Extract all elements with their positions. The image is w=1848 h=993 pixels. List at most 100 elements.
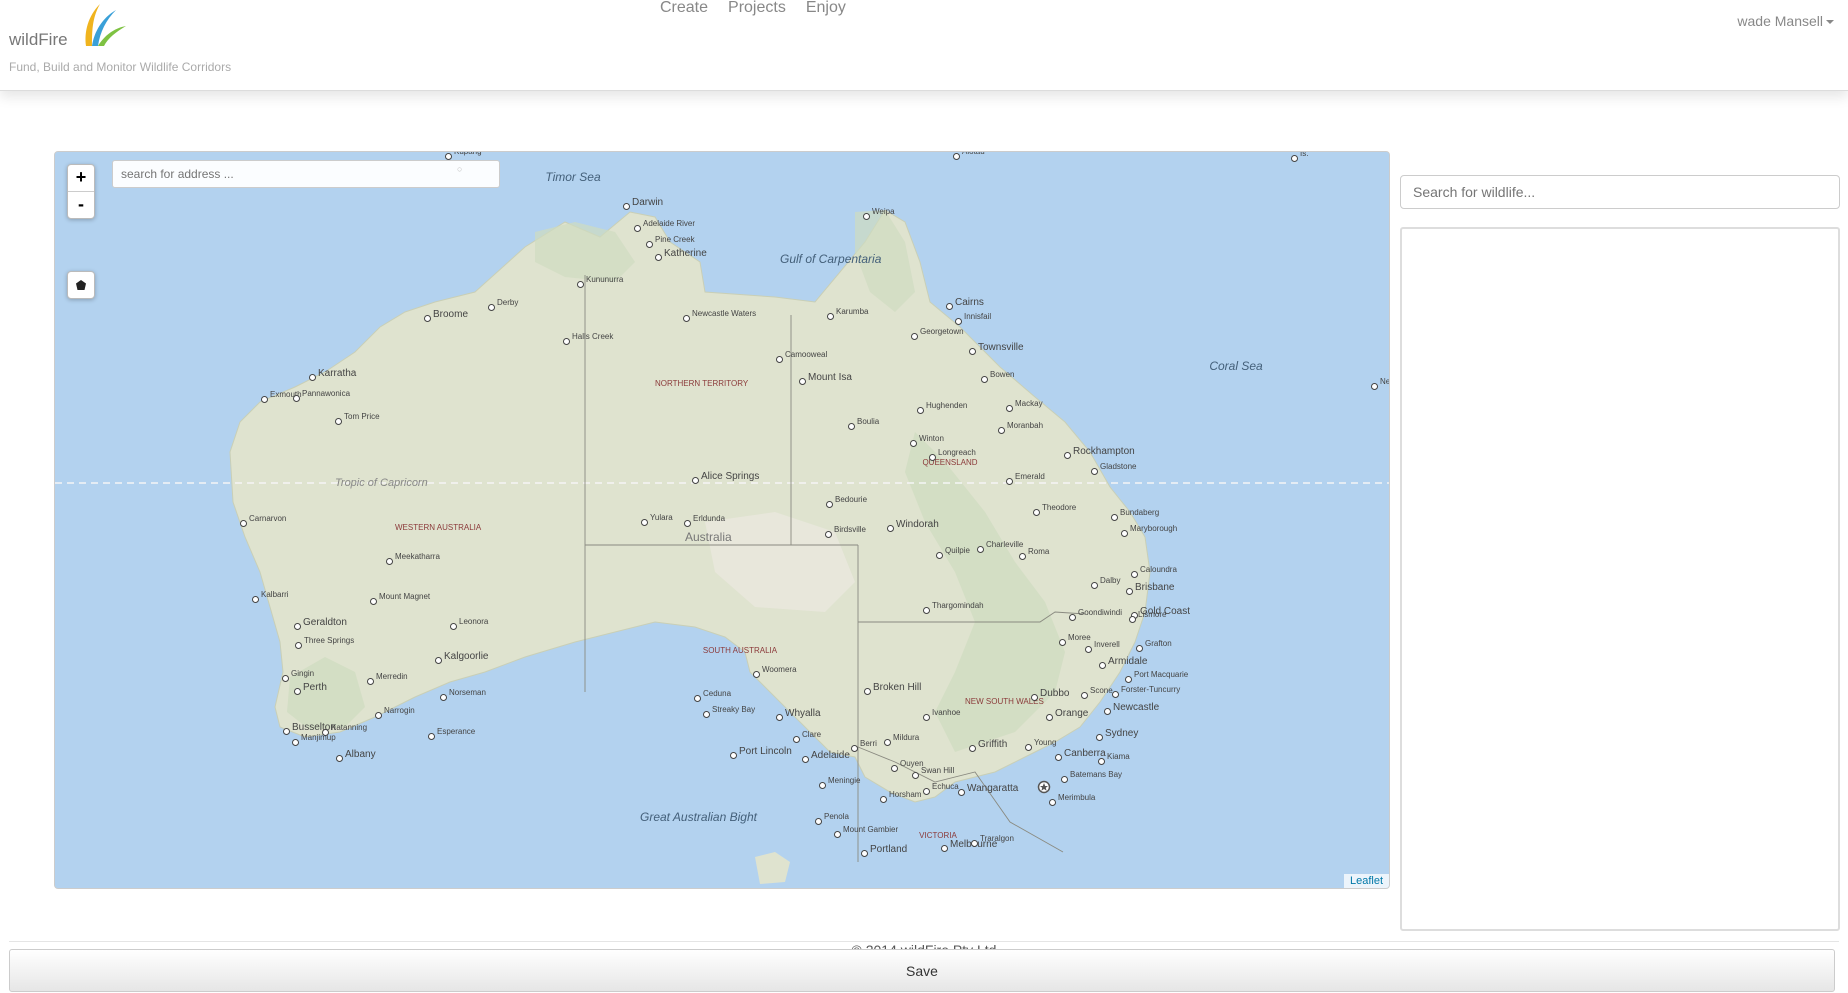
city-label: Weipa (872, 207, 895, 216)
city-marker-icon (912, 772, 919, 779)
city-label: Kalbarri (261, 590, 289, 599)
leaflet-attribution-link[interactable]: Leaflet (1343, 874, 1389, 888)
city-marker-icon (826, 501, 833, 508)
city-label: Townsville (978, 342, 1024, 353)
city-marker-icon (370, 598, 377, 605)
city-label: Grafton (1145, 639, 1172, 648)
city-label: Darwin (632, 197, 664, 208)
city-label: Port Macquarie (1134, 670, 1189, 679)
city-label: Brisbane (1135, 582, 1175, 593)
city-label: Echuca (932, 782, 959, 791)
city-marker-icon (1081, 692, 1088, 699)
city-marker-icon (1096, 734, 1103, 741)
city-marker-icon (1091, 468, 1098, 475)
city-label: Carnarvon (249, 514, 287, 523)
city-marker-icon (1061, 776, 1068, 783)
city-label: Mackay (1015, 399, 1043, 408)
city-marker-icon (440, 694, 447, 701)
city-label: Batemans Bay (1070, 770, 1123, 779)
nav-enjoy[interactable]: Enjoy (806, 0, 846, 17)
city-label: Cairns (955, 297, 984, 308)
city-marker-icon (998, 427, 1005, 434)
city-label: Alice Springs (701, 471, 760, 482)
city-label: Pine Creek (655, 235, 695, 244)
city-marker-icon (971, 840, 978, 847)
city-label: Karratha (318, 368, 357, 379)
nav-create[interactable]: Create (660, 0, 708, 17)
city-label: Bundaberg (1120, 508, 1160, 517)
map-label-state: QUEENSLAND (922, 458, 978, 467)
zoom-control: + - (67, 164, 95, 219)
city-label: Newcastle Waters (692, 309, 757, 318)
wildfire-logo-icon[interactable] (78, 2, 128, 50)
city-label: Maryborough (1130, 524, 1178, 533)
city-marker-icon (1055, 754, 1062, 761)
city-label: Mount Gambier (843, 825, 899, 834)
city-label: Griffith (978, 739, 1008, 750)
city-label: Is. (1300, 151, 1309, 158)
zoom-out-button[interactable]: - (68, 191, 94, 218)
city-marker-icon (1006, 478, 1013, 485)
city-label: Gladstone (1100, 462, 1137, 471)
city-label: Erldunda (693, 514, 726, 523)
city-marker-icon (294, 623, 301, 630)
city-marker-icon (825, 531, 832, 538)
wildlife-results-panel[interactable] (1400, 227, 1840, 931)
city-marker-icon (252, 596, 259, 603)
city-label: Canberra (1064, 748, 1106, 759)
address-search-input[interactable] (112, 160, 500, 188)
save-button[interactable]: Save (9, 949, 1835, 992)
city-marker-icon (694, 695, 701, 702)
map-label-tropic: Tropic of Capricorn (335, 477, 428, 489)
city-marker-icon (1126, 588, 1133, 595)
map-container[interactable]: Timor Sea Gulf of Carpentaria Coral Sea … (54, 151, 1390, 889)
user-menu[interactable]: wade Mansell (1737, 13, 1834, 29)
city-marker-icon (292, 739, 299, 746)
city-marker-icon (634, 225, 641, 232)
city-marker-icon (641, 519, 648, 526)
city-marker-icon (655, 254, 662, 261)
city-label: Albany (345, 749, 376, 760)
city-label: Meekatharra (395, 552, 440, 561)
city-label: Forster-Tuncurry (1121, 685, 1181, 694)
chevron-down-icon[interactable] (1826, 20, 1834, 24)
city-marker-icon (891, 765, 898, 772)
city-label: Pannawonica (302, 389, 351, 398)
city-marker-icon (917, 407, 924, 414)
user-name[interactable]: wade Mansell (1737, 13, 1823, 29)
map-label-country: Australia (685, 530, 732, 544)
city-label: Wangaratta (967, 783, 1019, 794)
zoom-in-button[interactable]: + (68, 165, 94, 191)
city-label: Ceduna (703, 689, 732, 698)
city-label: Young (1034, 738, 1057, 747)
map-label-sea: Coral Sea (1209, 359, 1263, 373)
city-marker-icon (424, 315, 431, 322)
city-marker-icon (336, 755, 343, 762)
city-label: Adelaide River (643, 219, 696, 228)
city-label: Goondiwindi (1078, 608, 1123, 617)
clear-icon[interactable]: ○ (457, 164, 462, 174)
city-label: Clare (802, 730, 822, 739)
city-marker-icon (776, 356, 783, 363)
city-label: Katanning (331, 723, 368, 732)
nav-projects[interactable]: Projects (728, 0, 786, 17)
city-marker-icon (683, 315, 690, 322)
map-label-state: SOUTH AUSTRALIA (702, 646, 778, 655)
city-label: Mount Magnet (379, 592, 431, 601)
city-label: Armidale (1108, 656, 1148, 667)
city-marker-icon (969, 745, 976, 752)
brand-name[interactable]: wildFire (9, 30, 68, 50)
city-marker-icon (1125, 676, 1132, 683)
city-marker-icon (977, 546, 984, 553)
city-label: Geraldton (303, 617, 347, 628)
city-label: Camooweal (785, 350, 828, 359)
city-label: Longreach (938, 448, 976, 457)
city-marker-icon (1064, 452, 1071, 459)
polygon-icon (76, 280, 86, 290)
city-marker-icon (827, 313, 834, 320)
wildlife-search-input[interactable] (1400, 175, 1840, 209)
city-label: Bedourie (835, 495, 868, 504)
draw-polygon-button[interactable] (67, 271, 95, 299)
city-label: Streaky Bay (712, 705, 756, 714)
city-label: Penola (824, 812, 849, 821)
